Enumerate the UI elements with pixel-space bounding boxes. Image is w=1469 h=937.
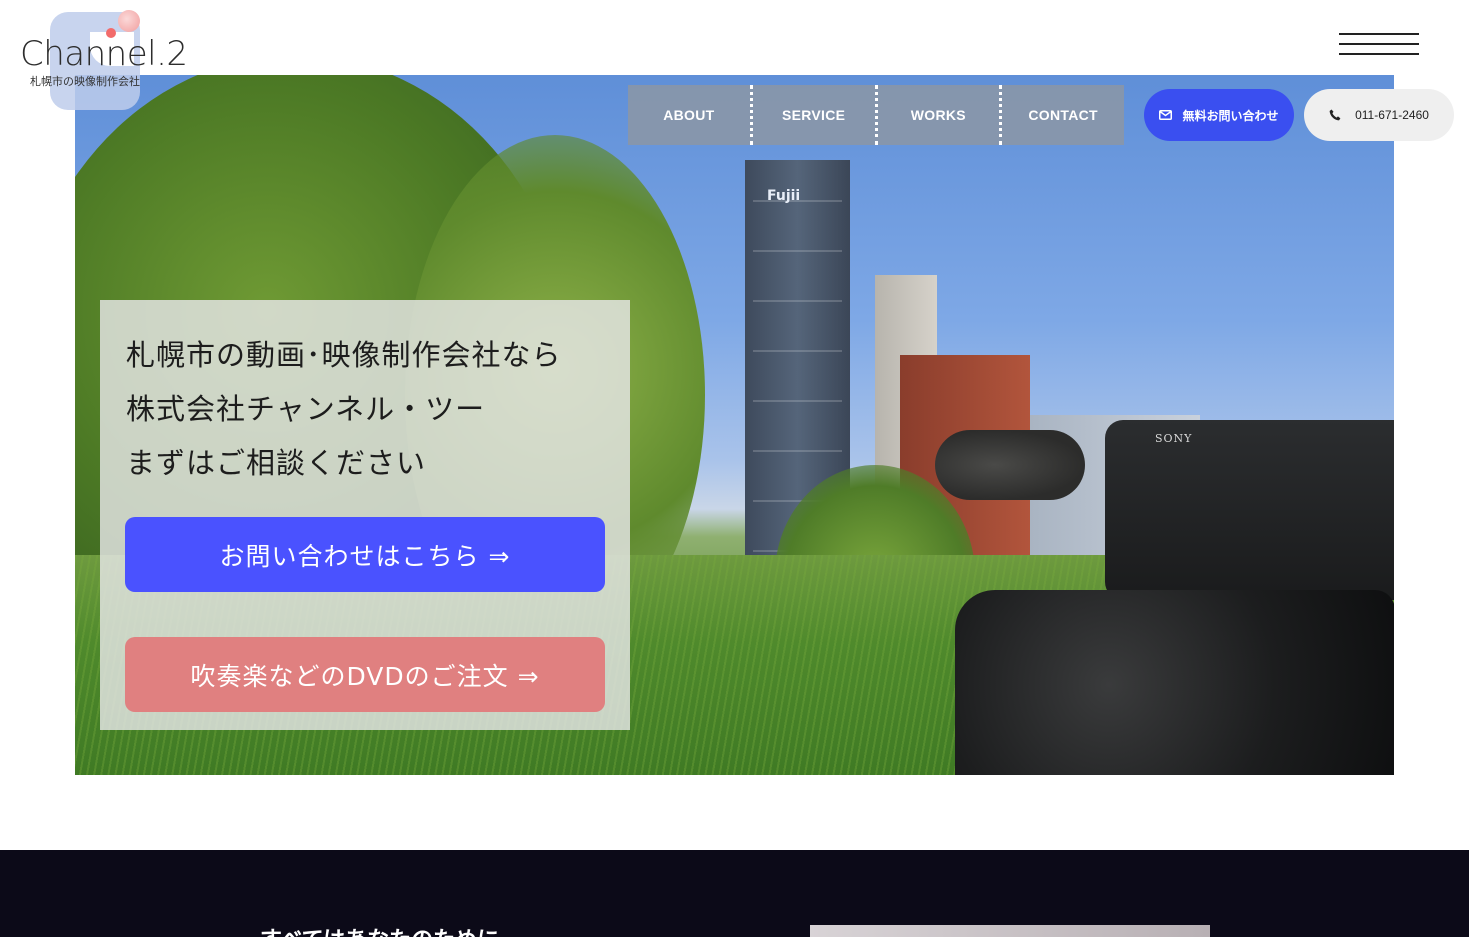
nav-works[interactable]: WORKS [878,85,1000,145]
site-logo[interactable]: Channel.2 札幌市の映像制作会社 [18,8,188,113]
logo-subtitle: 札幌市の映像制作会社 [30,75,140,88]
envelope-icon [1159,110,1173,120]
camera-body [1105,420,1394,600]
free-inquiry-label: 無料お問い合わせ [1182,108,1279,123]
hamburger-menu-icon[interactable] [1339,31,1419,57]
intro-section: すべてはあなたのために [0,850,1469,937]
nav-about[interactable]: ABOUT [628,85,750,145]
phone-number: 011-671-2460 [1355,108,1429,122]
hero-headline-3: まずはご相談ください [126,446,427,480]
camera-brand: SONY [1155,432,1193,445]
camera-lens [955,590,1394,775]
dvd-order-button[interactable]: 吹奏楽などのDVDのご注文 ⇒ [125,637,605,712]
nav-contact[interactable]: CONTACT [1002,85,1124,145]
free-inquiry-button[interactable]: 無料お問い合わせ [1144,89,1294,141]
hero-headline-2: 株式会社チャンネル・ツー [126,392,486,426]
video-camera: SONY [935,380,1394,775]
camera-microphone [935,430,1085,500]
phone-button[interactable]: 011-671-2460 [1304,89,1454,141]
hero-headline-1: 札幌市の動画･映像制作会社なら [126,338,562,372]
main-nav: ABOUT SERVICE WORKS CONTACT [628,85,1124,145]
section-heading: すべてはあなたのために [260,922,499,937]
logo-dot [118,10,140,32]
phone-icon [1329,109,1341,121]
building-sign: Fujii [767,188,801,204]
logo-text: Channel.2 [20,34,188,74]
contact-cta-button[interactable]: お問い合わせはこちら ⇒ [125,517,605,592]
hero-card: 札幌市の動画･映像制作会社なら 株式会社チャンネル・ツー まずはご相談ください … [100,300,630,730]
section-image [810,925,1210,937]
page: Fujii SONY Channel.2 札幌市の映像制作会社 ABOUT SE… [0,0,1469,937]
nav-service[interactable]: SERVICE [753,85,875,145]
